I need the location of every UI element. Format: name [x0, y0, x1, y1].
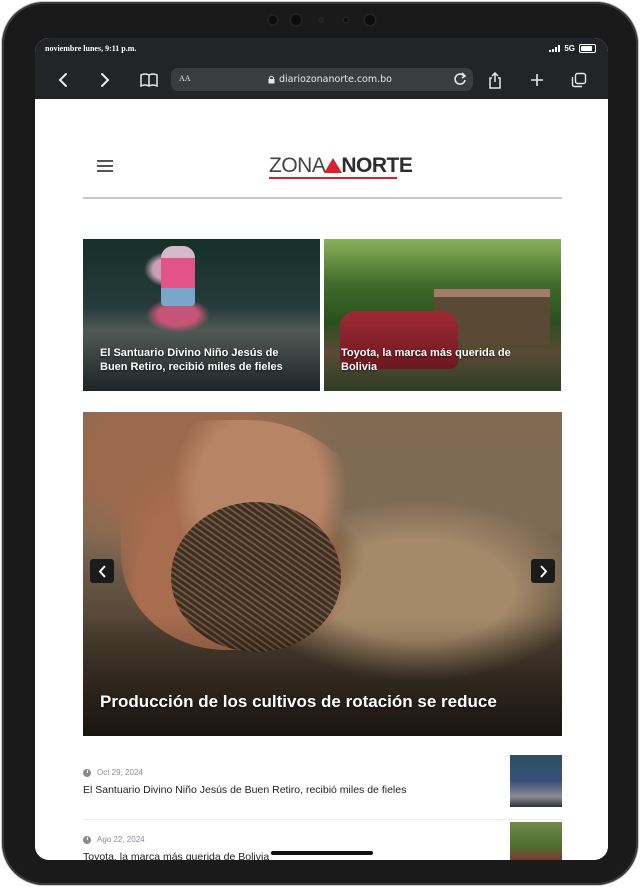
list-item[interactable]: Oct 29, 2024 El Santuario Divino Niño Je… — [83, 753, 562, 820]
list-item-date: Oct 29, 2024 — [97, 768, 143, 777]
hamburger-icon[interactable] — [97, 160, 113, 172]
logo-mark — [324, 158, 343, 173]
card-1-image — [161, 246, 195, 306]
face-id-sensor — [363, 13, 377, 27]
list-item-title[interactable]: Toyota, la marca más querida de Bolivia — [83, 851, 269, 860]
site-header: ZONA NORTE — [83, 137, 562, 199]
list-item-meta: Oct 29, 2024 — [83, 768, 143, 777]
text-size-button[interactable]: AA — [179, 74, 191, 83]
site-logo[interactable]: ZONA NORTE — [269, 154, 413, 178]
signal-icon — [549, 45, 561, 52]
list-item-thumbnail[interactable] — [510, 822, 562, 860]
news-list: Oct 29, 2024 El Santuario Divino Niño Je… — [83, 753, 562, 860]
home-indicator[interactable] — [271, 851, 373, 855]
tablet-device: noviembre lunes, 9:11 p.m. 5G AA diarioz… — [0, 0, 640, 887]
chevron-left-icon[interactable] — [53, 68, 73, 92]
screen: noviembre lunes, 9:11 p.m. 5G AA diarioz… — [35, 38, 608, 860]
sensor — [267, 14, 279, 26]
lock-icon — [268, 75, 275, 84]
url-text: diariozonanorte.com.bo — [279, 74, 392, 85]
network-label: 5G — [564, 44, 575, 53]
clock-icon — [83, 835, 91, 844]
clock-icon — [83, 768, 91, 777]
logo-norte: NORTE — [341, 154, 413, 177]
logo-zona: ZONA — [269, 154, 326, 177]
featured-card-2[interactable]: Toyota, la marca más querida de Bolivia — [324, 239, 561, 391]
web-page: ZONA NORTE El Santuario Divino Niño Jesús… — [35, 99, 608, 860]
url-field[interactable]: diariozonanorte.com.bo — [268, 74, 392, 85]
camera-lens — [318, 17, 324, 23]
camera — [289, 13, 303, 27]
hero-gradient — [83, 616, 562, 736]
logo-underline — [269, 177, 397, 179]
share-icon[interactable] — [485, 68, 505, 92]
tablet-bezel: noviembre lunes, 9:11 p.m. 5G AA diarioz… — [2, 2, 638, 885]
book-icon[interactable] — [137, 68, 161, 92]
browser-chrome: noviembre lunes, 9:11 p.m. 5G AA diarioz… — [35, 38, 608, 99]
plus-icon[interactable] — [527, 68, 547, 92]
chevron-left-icon — [98, 564, 106, 578]
slider-prev-button[interactable] — [90, 559, 114, 583]
hero-title[interactable]: Producción de los cultivos de rotación s… — [100, 692, 497, 712]
browser-toolbar: AA diariozonanorte.com.bo — [35, 68, 608, 92]
camera-bar — [267, 13, 377, 27]
chevron-right-icon — [539, 564, 547, 578]
status-indicators: 5G — [549, 44, 596, 53]
hero-slider[interactable]: Producción de los cultivos de rotación s… — [83, 412, 562, 736]
list-item-date: Ago 22, 2024 — [97, 835, 145, 844]
battery-icon — [579, 44, 596, 53]
status-time: noviembre lunes, 9:11 p.m. — [45, 44, 137, 53]
slider-next-button[interactable] — [531, 559, 555, 583]
tabs-icon[interactable] — [569, 68, 589, 92]
chevron-right-icon[interactable] — [95, 68, 115, 92]
reload-icon[interactable] — [453, 71, 467, 90]
card-2-title[interactable]: Toyota, la marca más querida de Bolivia — [341, 346, 549, 374]
address-bar[interactable]: AA diariozonanorte.com.bo — [171, 68, 473, 91]
featured-card-1[interactable]: El Santuario Divino Niño Jesús de Buen R… — [83, 239, 320, 391]
list-item-meta: Ago 22, 2024 — [83, 835, 145, 844]
card-1-title[interactable]: El Santuario Divino Niño Jesús de Buen R… — [100, 346, 308, 374]
list-item-title[interactable]: El Santuario Divino Niño Jesús de Buen R… — [83, 784, 406, 796]
ambient-sensor — [342, 16, 350, 24]
list-item-thumbnail[interactable] — [510, 755, 562, 807]
